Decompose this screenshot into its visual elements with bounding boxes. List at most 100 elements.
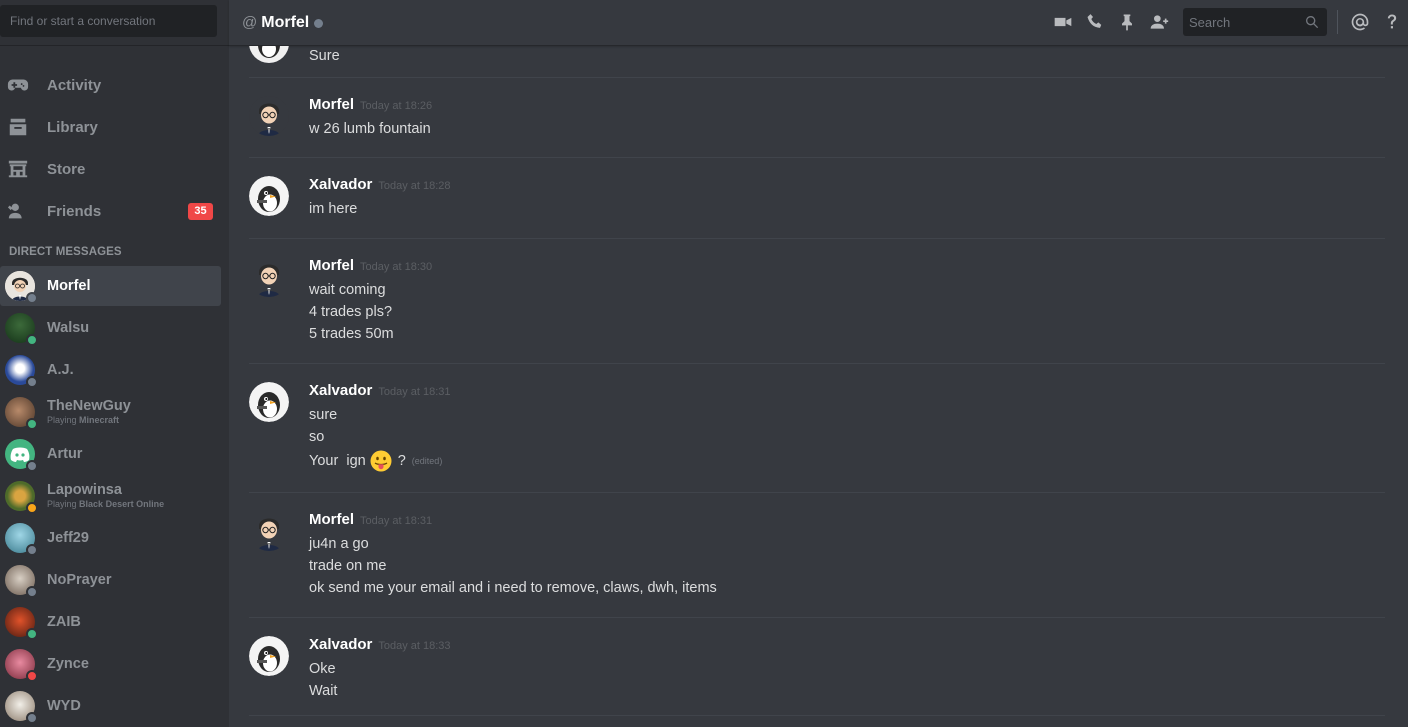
dm-name: NoPrayer [47,571,112,588]
search-icon [1304,14,1320,30]
nav-label-library: Library [47,118,98,136]
message-divider [249,363,1385,364]
dm-item-walsu[interactable]: Walsu [0,308,221,348]
avatar[interactable] [249,96,289,136]
message-text: sure [309,407,338,423]
avatar[interactable] [249,636,289,676]
dm-item-noprayer[interactable]: NoPrayer [0,560,221,600]
help-icon[interactable] [1376,6,1408,38]
video-call-icon[interactable] [1047,6,1079,38]
avatar [5,523,38,556]
dm-item-morfel[interactable]: Morfel [0,266,221,306]
nav-label-friends: Friends [47,202,102,220]
avatar [5,607,38,640]
dm-item-zynce[interactable]: Zynce [0,644,221,684]
message-author[interactable]: Xalvador [309,636,372,653]
status-indicator [26,376,38,388]
dm-sidebar: Find or start a conversation Activity Li… [0,0,229,727]
pin-icon[interactable] [1111,6,1143,38]
voice-call-icon[interactable] [1079,6,1111,38]
message-lines: wait coming 4 trades pls? 5 trades 50m [309,279,394,345]
dm-name: A.J. [47,361,74,378]
message-author[interactable]: Morfel [309,511,354,528]
status-indicator [26,502,38,514]
status-indicator [26,628,38,640]
status-indicator [26,544,38,556]
nav-item-friends[interactable]: Friends 35 [0,190,221,232]
message-author[interactable]: Morfel [309,257,354,274]
message-text: ok send me your email and i need to remo… [309,580,717,596]
message-list: Sure Morfel Today at 18:26 w 26 lumb fou… [229,46,1408,727]
nav-item-library[interactable]: Library [0,106,221,148]
message-timestamp: Today at 18:30 [360,261,433,273]
dm-item-jeff29[interactable]: Jeff29 [0,518,221,558]
avatar[interactable] [249,382,289,422]
nav-item-activity[interactable]: Activity [0,64,221,106]
dm-item-zaib[interactable]: ZAIB [0,602,221,642]
dm-text: TheNewGuy Playing Minecraft [47,398,131,426]
message-lines: w 26 lumb fountain [309,118,431,140]
message-text: Your ign [309,453,366,469]
dm-text: Zynce [47,656,89,673]
message-timestamp: Today at 18:26 [360,100,433,112]
gamepad-icon [6,73,30,97]
status-indicator [26,418,38,430]
activity-game: Black Desert Online [79,499,165,509]
message-text: wait coming [309,282,386,298]
avatar[interactable] [249,257,289,297]
dm-name: TheNewGuy [47,398,131,414]
message-author[interactable]: Xalvador [309,176,372,193]
avatar [5,397,38,430]
message-timestamp: Today at 18:31 [378,386,451,398]
message-divider [249,715,1385,716]
dm-activity: Playing Minecraft [47,415,131,426]
message-text: Oke [309,661,336,677]
channel-title: Morfel [261,13,310,31]
dm-text: A.J. [47,362,74,379]
avatar [5,565,38,598]
header-search-input[interactable]: Search [1183,8,1327,36]
dm-item-wyd[interactable]: WYD [0,686,221,726]
dm-text: WYD [47,698,81,715]
avatar [249,46,289,63]
message-text: so [309,429,325,445]
message-text: Sure [309,48,340,64]
header-status-indicator [314,19,324,28]
dm-item-artur[interactable]: Artur [0,434,221,474]
dm-name: Morfel [47,277,91,294]
toolbar-divider [1337,10,1338,34]
message-timestamp: Today at 18:28 [378,180,451,192]
message-timestamp: Today at 18:31 [360,515,433,527]
message-text: Wait [309,683,338,699]
message-header: Xalvador Today at 18:31 [309,382,451,399]
message-author[interactable]: Xalvador [309,382,372,399]
dm-item-aj[interactable]: A.J. [0,350,221,390]
message-divider [249,238,1385,239]
activity-prefix: Playing [47,499,77,509]
dm-text: ZAIB [47,614,81,631]
dm-item-thenewguy[interactable]: TheNewGuy Playing Minecraft [0,392,221,432]
message-author[interactable]: Morfel [309,96,354,113]
at-icon: @ [242,14,258,31]
message-text: im here [309,201,358,217]
mention-icon[interactable] [1344,6,1376,38]
avatar[interactable] [249,176,289,216]
store-icon [6,157,30,181]
message-lines: sure so Your ign ? (edited) [309,404,442,474]
status-indicator [26,460,38,472]
header-toolbar: Search [1047,0,1408,44]
message-text: ju4n a go [309,536,369,552]
nav-item-store[interactable]: Store [0,148,221,190]
library-icon [6,115,30,139]
message-text: 4 trades pls? [309,304,393,320]
add-friend-icon[interactable] [1143,6,1175,38]
dm-name: Lapowinsa [47,482,122,498]
dm-search-input[interactable]: Find or start a conversation [0,5,217,37]
friends-icon [6,199,30,223]
avatar[interactable] [249,511,289,551]
message-divider [249,492,1385,493]
status-indicator [26,586,38,598]
message-lines: ju4n a go trade on me ok send me your em… [309,533,717,599]
dm-item-lapowinsa[interactable]: Lapowinsa Playing Black Desert Online [0,476,221,516]
chat-main: @ Morfel Search Sure Morfel Today at 18:… [229,0,1408,727]
